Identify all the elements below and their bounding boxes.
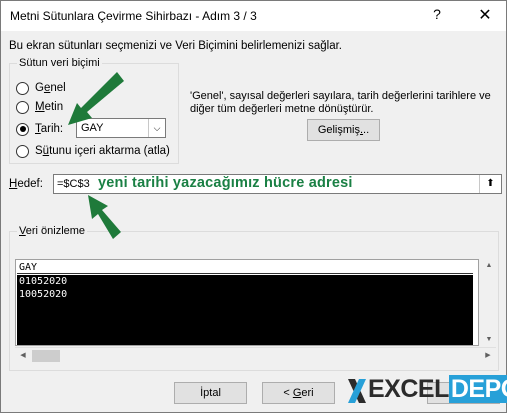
date-format-value: GAY [81,122,104,134]
cancel-button[interactable]: İptal [174,382,247,404]
format-description: 'Genel', sayısal değerleri sayılara, tar… [190,90,491,115]
preview-column-header[interactable]: GAY [17,261,473,274]
destination-label: Hedef: [9,178,43,190]
help-button[interactable]: ? [426,6,448,26]
preview-row: 01052020 [19,276,68,287]
scroll-up-icon[interactable]: ▲ [482,259,496,273]
scroll-right-icon[interactable]: ▶ [480,348,496,364]
preview-vertical-scrollbar[interactable]: ▲ ▼ [482,259,496,347]
radio-text-label: Metin [35,101,64,113]
radio-skip-label: Sütunu içeri aktarma (atla) [35,145,170,157]
window-title: Metni Sütunlara Çevirme Sihirbazı - Adım… [10,9,257,23]
instruction-text: Bu ekran sütunları seçmenizi ve Veri Biç… [9,40,343,52]
radio-text[interactable]: Metin [16,99,63,115]
collapse-dialog-icon[interactable]: ⬆ [479,175,501,193]
date-format-select[interactable]: GAY ⌵ [76,118,166,138]
preview-row: 10052020 [19,289,68,300]
logo-word-excel: EXCEL [368,375,449,403]
data-preview-area[interactable]: GAY 01052020 10052020 [15,259,479,346]
radio-general-label: Genel [35,82,66,94]
logo-x-icon [348,379,366,403]
radio-skip-column[interactable]: Sütunu içeri aktarma (atla) [16,143,170,159]
radio-date-circle[interactable] [16,122,29,136]
advanced-button[interactable]: Gelişmiş... [307,119,380,141]
scroll-thumb[interactable] [32,350,60,362]
scroll-down-icon[interactable]: ▼ [482,333,496,347]
preview-horizontal-scrollbar[interactable]: ◀ ▶ [15,347,496,364]
radio-date[interactable]: Tarih: [16,121,63,137]
data-preview-legend: Veri önizleme [17,225,88,237]
destination-value: =$C$3 [57,178,90,190]
radio-skip-circle[interactable] [16,144,29,158]
back-button[interactable]: < Geri [262,382,335,404]
column-format-legend: Sütun veri biçimi [17,57,102,69]
close-button[interactable]: ✕ [473,4,497,28]
preview-body[interactable]: 01052020 10052020 [17,275,473,345]
logo-word-depo: DEPO [448,375,507,403]
annotation-text: yeni tarihi yazacağımız hücre adresi [98,175,353,191]
title-bar: Metni Sütunlara Çevirme Sihirbazı - Adım… [1,1,506,31]
chevron-down-icon[interactable]: ⌵ [148,119,165,137]
wizard-window: Metni Sütunlara Çevirme Sihirbazı - Adım… [0,0,507,413]
scroll-left-icon[interactable]: ◀ [15,348,31,364]
radio-general[interactable]: Genel [16,80,66,96]
excel-depo-logo: EXCELDEPO [346,375,507,407]
radio-text-circle[interactable] [16,100,29,114]
radio-date-label: Tarih: [35,123,64,135]
radio-general-circle[interactable] [16,81,29,95]
